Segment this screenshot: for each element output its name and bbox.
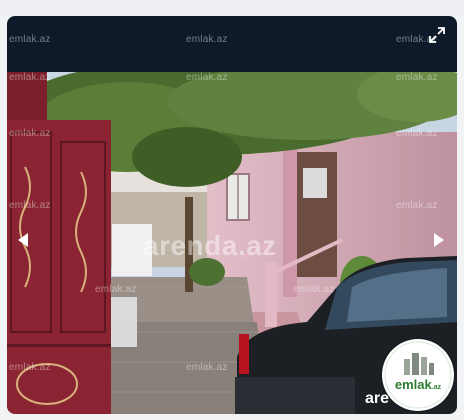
listing-photo: emlak.az emlak.az emlak.az emlak.az emla… [7, 72, 457, 414]
chevron-right-icon[interactable] [427, 228, 451, 252]
top-strip [0, 0, 464, 16]
logo-word: emlak [394, 377, 432, 392]
emlak-logo: emlak.az [382, 339, 454, 411]
header-watermark: emlak.az [9, 34, 51, 45]
logo-text: emlak.az [382, 377, 454, 392]
logo-suffix: .az [431, 384, 442, 391]
photo-viewer: emlak.az emlak.az emlak.az emlak.az emla… [7, 16, 457, 414]
header-watermark: emlak.az [186, 34, 228, 45]
chevron-left-icon[interactable] [11, 228, 35, 252]
expand-icon[interactable] [428, 26, 446, 44]
